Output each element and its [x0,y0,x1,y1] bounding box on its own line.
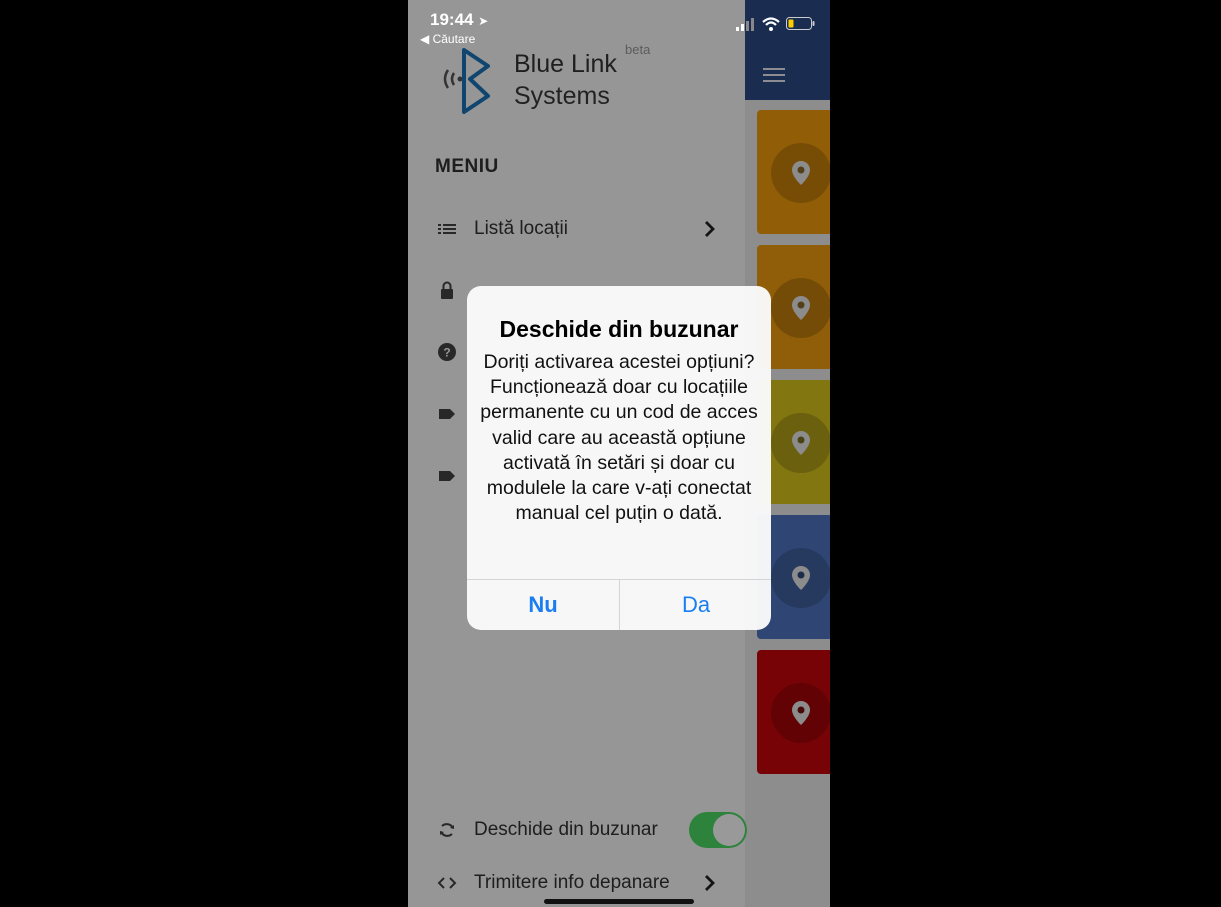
status-indicators [736,16,816,32]
back-to-search-link[interactable]: ◀ Căutare [420,32,475,46]
no-button[interactable]: Nu [467,580,619,630]
confirm-alert-dialog: Deschide din buzunar Doriți activarea ac… [467,286,771,630]
location-arrow-icon: ➤ [478,14,489,28]
home-indicator[interactable] [544,899,694,904]
battery-icon [786,17,815,30]
wifi-icon [762,17,780,31]
status-time: 19:44 ➤ [430,10,489,29]
cellular-signal-icon [736,18,754,31]
phone-screen: Blue Link Systems beta MENIU Listă locaț… [408,0,830,907]
yes-button[interactable]: Da [620,580,771,630]
alert-message: Doriți activarea acestei opțiuni? Funcți… [480,351,758,525]
alert-title: Deschide din buzunar [499,316,739,342]
